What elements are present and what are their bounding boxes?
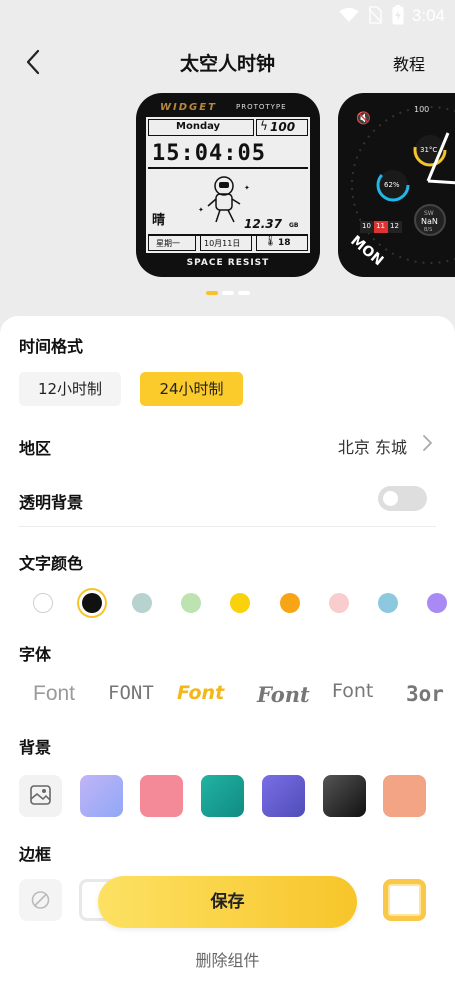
- font-option-3[interactable]: Font: [177, 682, 224, 704]
- dial-temp: 31°C: [420, 146, 438, 154]
- toggle-knob: [383, 491, 398, 506]
- background-swatch[interactable]: [322, 775, 366, 817]
- dial-sw: SW: [424, 210, 434, 217]
- widget-preview-carousel[interactable]: WIDGET PROTOTYPE Monday ϟ 100 15:04:05 ✦…: [0, 93, 455, 279]
- text-color-swatch[interactable]: [180, 593, 201, 613]
- widget-date: 10月11日: [204, 239, 241, 248]
- widget-time: 15:04:05: [152, 141, 266, 166]
- time-format-title: 时间格式: [19, 337, 84, 356]
- svg-text:✦: ✦: [244, 184, 250, 192]
- text-color-swatch[interactable]: [427, 593, 448, 613]
- border-none-button[interactable]: [19, 879, 62, 921]
- text-color-swatch[interactable]: [378, 593, 399, 613]
- dial-unit: B/S: [424, 227, 433, 233]
- background-swatch[interactable]: [261, 775, 305, 817]
- background-swatch[interactable]: [201, 775, 245, 817]
- wifi-icon: [339, 7, 359, 22]
- widget-weather: 晴: [152, 213, 166, 228]
- dial-date-2: 11: [376, 222, 385, 230]
- mute-icon: 🔇: [356, 111, 371, 125]
- font-option-5[interactable]: Font: [332, 680, 373, 702]
- text-color-title: 文字颜色: [19, 554, 84, 573]
- font-option-4[interactable]: Font: [257, 682, 310, 707]
- border-title: 边框: [19, 845, 52, 864]
- region-value[interactable]: 北京 东城: [338, 434, 407, 458]
- text-color-swatch[interactable]: [230, 593, 251, 613]
- page-title: 太空人时钟: [179, 53, 275, 75]
- page-dot-1: [205, 291, 218, 295]
- lightning-icon: ϟ: [260, 119, 268, 133]
- region-title: 地区: [19, 439, 52, 458]
- delete-widget-button[interactable]: 删除组件: [0, 947, 455, 971]
- dial-percent: 62%: [384, 181, 400, 189]
- battery-charging-icon: [392, 5, 404, 25]
- transparent-bg-title: 透明背景: [19, 493, 84, 512]
- thermometer-icon: 🌡: [264, 236, 277, 247]
- widget-brand: WIDGET: [160, 102, 217, 113]
- format-24h-button[interactable]: 24小时制: [140, 372, 243, 406]
- status-bar: 3:04: [0, 0, 455, 32]
- font-option-2[interactable]: FONT: [108, 682, 154, 704]
- format-12h-button[interactable]: 12小时制: [19, 372, 121, 406]
- widget-weekday: 星期一: [156, 239, 180, 248]
- transparent-bg-toggle[interactable]: [378, 486, 427, 511]
- dial-date-3: 12: [390, 222, 399, 230]
- status-time: 3:04: [411, 6, 445, 25]
- font-title: 字体: [19, 645, 52, 664]
- widget-storage: 12.37: [244, 217, 282, 231]
- page-dot-3: [237, 291, 250, 295]
- widget-temperature: 18: [278, 238, 291, 248]
- no-border-icon: [31, 891, 50, 909]
- text-color-swatch[interactable]: [279, 593, 300, 613]
- widget-subbrand: PROTOTYPE: [236, 103, 287, 111]
- text-color-swatch[interactable]: [82, 593, 103, 613]
- background-image-button[interactable]: [19, 775, 62, 817]
- widget-storage-unit: GB: [289, 222, 299, 229]
- font-option-6[interactable]: 3or: [406, 682, 444, 706]
- settings-sheet: 时间格式 12小时制 24小时制 地区 北京 东城 透明背景 文字颜色 字体 F…: [0, 316, 455, 984]
- divider: [19, 526, 436, 527]
- font-option-1[interactable]: Font: [33, 682, 75, 706]
- chevron-right-icon[interactable]: [421, 434, 433, 452]
- widget-day: Monday: [176, 121, 221, 132]
- widget-footer: SPACE RESIST: [186, 258, 270, 268]
- border-option-gold[interactable]: [383, 879, 426, 921]
- page-indicator: [0, 291, 455, 297]
- save-button[interactable]: 保存: [98, 876, 357, 928]
- dial-top-value: 100: [414, 105, 430, 114]
- widget-preview-sport[interactable]: 🔇 100 31°C 62% SW NaN B/S 10 11 12 MON: [338, 93, 455, 277]
- background-swatch[interactable]: [140, 775, 184, 817]
- dial-date-1: 10: [362, 222, 371, 230]
- page-dot-2: [221, 291, 234, 295]
- background-title: 背景: [19, 738, 52, 757]
- header: 太空人时钟 教程: [0, 32, 455, 90]
- background-swatch[interactable]: [383, 775, 427, 817]
- widget-battery: 100: [270, 120, 296, 134]
- no-sim-icon: [368, 6, 382, 24]
- text-color-swatch[interactable]: [131, 593, 152, 613]
- text-color-swatch[interactable]: [33, 593, 53, 613]
- tutorial-button[interactable]: 教程: [393, 51, 425, 75]
- background-swatch[interactable]: [79, 775, 123, 817]
- svg-text:✦: ✦: [198, 206, 204, 214]
- dial-nan: NaN: [421, 217, 438, 226]
- image-icon: [30, 785, 51, 805]
- text-color-swatch[interactable]: [328, 593, 349, 613]
- widget-preview-astronaut[interactable]: WIDGET PROTOTYPE Monday ϟ 100 15:04:05 ✦…: [136, 93, 320, 277]
